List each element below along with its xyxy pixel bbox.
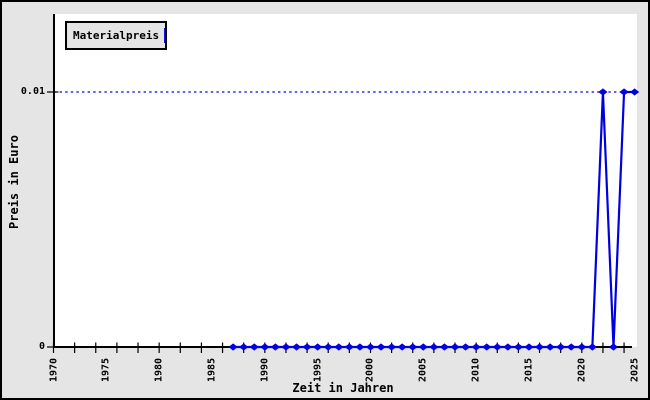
- legend-box: Materialpreis: [65, 21, 167, 50]
- series-marker: [524, 343, 533, 350]
- series-marker: [630, 88, 639, 95]
- series-marker: [535, 343, 544, 350]
- x-tick-label: 1990: [259, 358, 270, 382]
- x-tick-label: 1975: [101, 358, 112, 382]
- series-marker: [366, 343, 375, 350]
- chart-canvas: Preis in Euro Zeit in Jahren 0.01 0 1970…: [0, 0, 650, 400]
- series-marker: [482, 343, 491, 350]
- series-marker: [588, 343, 597, 350]
- series-marker: [324, 343, 333, 350]
- x-tick-label: 2025: [629, 358, 640, 382]
- x-tick-label: 1995: [312, 358, 323, 382]
- series-marker: [271, 343, 280, 350]
- series-marker: [450, 343, 459, 350]
- series-marker: [292, 343, 301, 350]
- series-marker: [546, 343, 555, 350]
- series-marker: [355, 343, 364, 350]
- y-tick-label-0: 0: [0, 341, 45, 352]
- series-marker: [387, 343, 396, 350]
- series-marker: [472, 343, 481, 350]
- legend-label: Materialpreis: [73, 29, 159, 42]
- series-marker: [619, 88, 628, 95]
- series-marker: [408, 343, 417, 350]
- y-tick-label-0-01: 0.01: [0, 86, 45, 97]
- series-marker: [609, 343, 618, 350]
- series-marker: [260, 343, 269, 350]
- series-marker: [440, 343, 449, 350]
- series-marker: [419, 343, 428, 350]
- series-line: [233, 92, 635, 347]
- series-marker: [302, 343, 311, 350]
- series-marker: [556, 343, 565, 350]
- y-axis-title: Preis in Euro: [7, 135, 21, 229]
- series-marker: [334, 343, 343, 350]
- x-tick-label: 2000: [365, 358, 376, 382]
- series-marker: [239, 343, 248, 350]
- series-marker: [281, 343, 290, 350]
- series-marker: [503, 343, 512, 350]
- series-marker: [461, 343, 470, 350]
- series-marker: [598, 88, 607, 95]
- x-tick-label: 2020: [576, 358, 587, 382]
- x-tick-label: 2015: [523, 358, 534, 382]
- series-marker: [313, 343, 322, 350]
- series-marker: [493, 343, 502, 350]
- x-tick-label: 2005: [418, 358, 429, 382]
- series-marker: [429, 343, 438, 350]
- series-marker: [567, 343, 576, 350]
- series-marker: [229, 343, 238, 350]
- x-axis-title: Zeit in Jahren: [292, 381, 393, 395]
- x-tick-label: 1980: [154, 358, 165, 382]
- series-marker: [250, 343, 259, 350]
- x-tick-label: 2010: [471, 358, 482, 382]
- series-marker: [514, 343, 523, 350]
- series-marker: [398, 343, 407, 350]
- legend-swatch: [164, 28, 165, 43]
- series-marker: [376, 343, 385, 350]
- x-tick-label: 1985: [206, 358, 217, 382]
- series-marker: [345, 343, 354, 350]
- chart-svg: [0, 0, 650, 400]
- series-marker: [577, 343, 586, 350]
- x-tick-label: 1970: [48, 358, 59, 382]
